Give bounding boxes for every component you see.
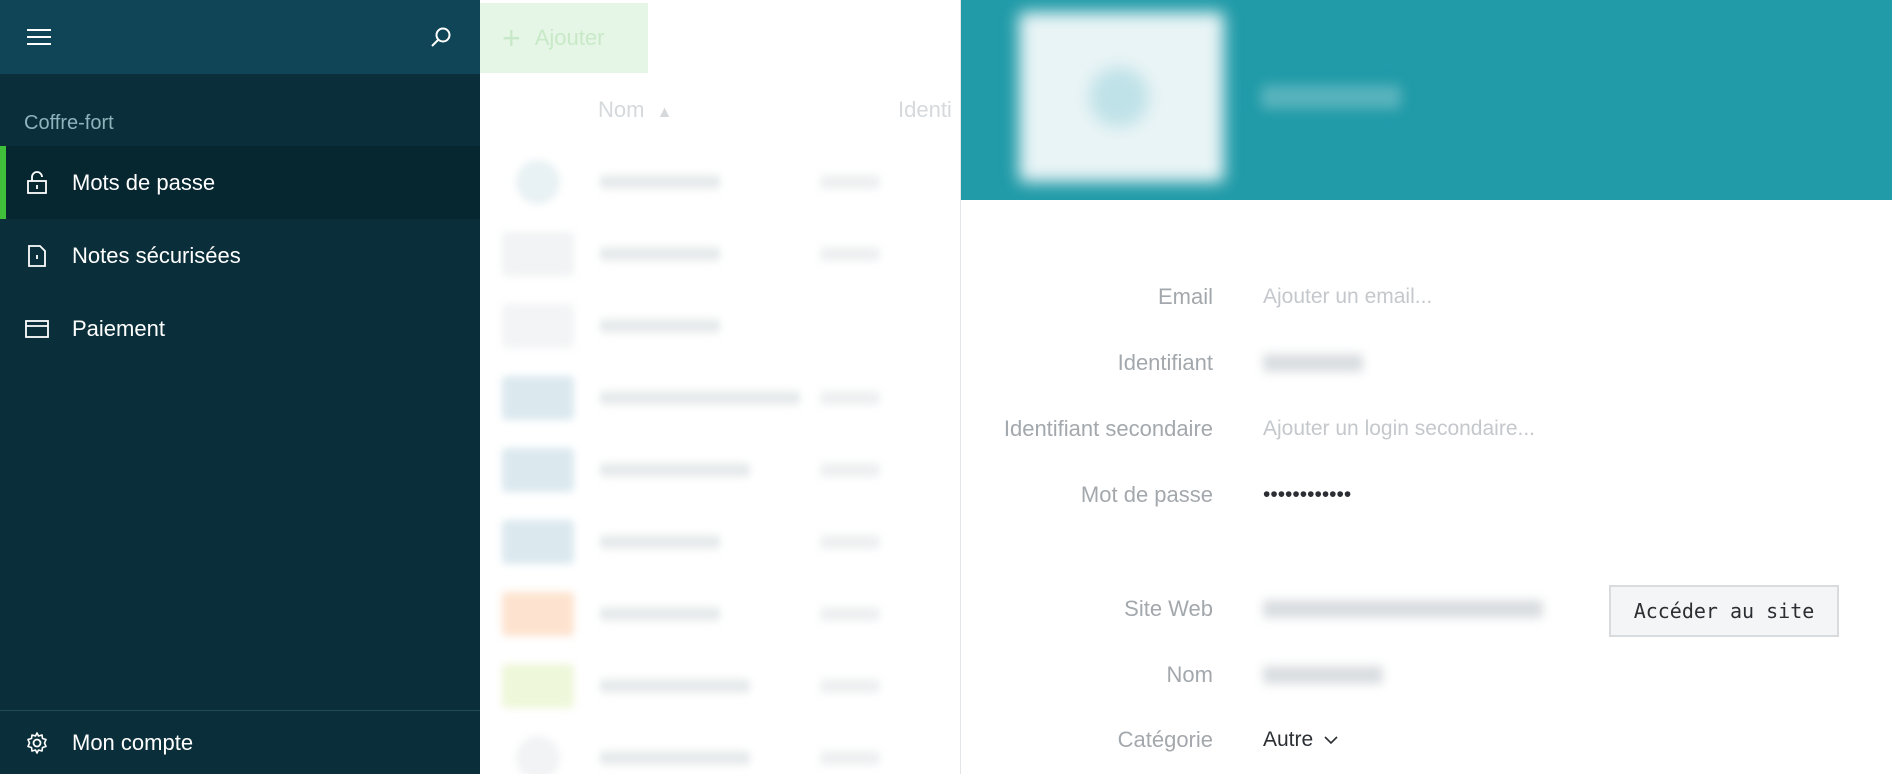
site-logo	[516, 736, 560, 774]
add-button-label: Ajouter	[534, 25, 605, 50]
column-header-identifier[interactable]: Identi	[898, 97, 952, 123]
secondary-identifier-field[interactable]: Ajouter un login secondaire...	[1263, 417, 1535, 441]
sidebar-item-label: Mots de passe	[72, 169, 216, 195]
chevron-down-icon	[1323, 735, 1339, 745]
site-logo	[502, 376, 574, 420]
card-icon	[24, 316, 50, 342]
password-field[interactable]: ••••••••••••	[1263, 483, 1351, 507]
site-thumbnail	[1019, 12, 1224, 182]
section-label-vault: Coffre-fort	[24, 112, 114, 134]
identifier-field[interactable]	[1263, 354, 1363, 372]
website-label: Site Web	[1124, 596, 1213, 621]
site-logo	[502, 448, 574, 492]
sidebar-nav: Mots de passe Notes sécurisées Paiement	[0, 146, 480, 365]
list-item[interactable]	[480, 290, 960, 362]
search-icon[interactable]	[426, 22, 456, 52]
email-label: Email	[1157, 284, 1213, 309]
category-value: Autre	[1263, 728, 1314, 751]
site-logo	[502, 232, 574, 276]
sort-up-icon: ▲	[656, 104, 673, 121]
identifier-label: Identifiant	[1117, 350, 1213, 375]
add-button[interactable]: + Ajouter	[480, 3, 648, 73]
identifier-row: Identifiant	[961, 343, 1892, 383]
website-field[interactable]	[1263, 600, 1543, 618]
go-to-site-button[interactable]: Accéder au site	[1609, 585, 1839, 637]
name-label: Nom	[1166, 662, 1213, 687]
site-logo	[516, 160, 560, 204]
detail-header	[961, 0, 1892, 200]
column-header-label: Nom	[598, 97, 645, 122]
category-label: Catégorie	[1117, 727, 1213, 752]
secondary-identifier-label: Identifiant secondaire	[1003, 416, 1213, 441]
email-row: Email Ajouter un email...	[961, 277, 1892, 317]
secondary-identifier-row: Identifiant secondaire Ajouter un login …	[961, 409, 1892, 449]
credentials-list: + Ajouter Nom ▲ Identi	[480, 0, 960, 774]
sidebar-item-label: Paiement	[72, 315, 165, 341]
category-dropdown[interactable]: Autre	[1263, 728, 1339, 752]
list-item[interactable]	[480, 722, 960, 774]
detail-title-blurred	[1261, 85, 1401, 109]
sidebar-item-label: Notes sécurisées	[72, 242, 241, 268]
site-logo	[502, 520, 574, 564]
site-logo	[502, 592, 574, 636]
lock-icon	[24, 170, 50, 196]
name-row: Nom	[961, 655, 1892, 695]
password-row: Mot de passe ••••••••••••	[961, 475, 1892, 515]
sidebar-item-payment[interactable]: Paiement	[0, 292, 480, 365]
list-item[interactable]	[480, 362, 960, 434]
sidebar-item-passwords[interactable]: Mots de passe	[0, 146, 480, 219]
site-logo	[502, 304, 574, 348]
hamburger-menu-icon[interactable]	[24, 22, 54, 52]
credential-detail-panel: Email Ajouter un email... Identifiant Id…	[960, 0, 1892, 774]
name-field[interactable]	[1263, 666, 1383, 684]
list-item[interactable]	[480, 578, 960, 650]
note-icon	[24, 243, 50, 269]
plus-icon: +	[502, 19, 521, 56]
list-item[interactable]	[480, 146, 960, 218]
list-item[interactable]	[480, 506, 960, 578]
sidebar-item-secure-notes[interactable]: Notes sécurisées	[0, 219, 480, 292]
sidebar: Coffre-fort Mots de passe Notes sécurisé…	[0, 0, 480, 774]
column-header-name[interactable]: Nom ▲	[598, 97, 672, 123]
account-button[interactable]: Mon compte	[0, 710, 480, 774]
list-item[interactable]	[480, 650, 960, 722]
password-label: Mot de passe	[1080, 482, 1213, 507]
account-label: Mon compte	[72, 729, 194, 755]
email-field[interactable]: Ajouter un email...	[1263, 285, 1432, 309]
list-item[interactable]	[480, 218, 960, 290]
sidebar-header	[0, 0, 480, 74]
app-window: Coffre-fort Mots de passe Notes sécurisé…	[0, 0, 1892, 774]
category-row: Catégorie Autre	[961, 720, 1892, 760]
list-item[interactable]	[480, 434, 960, 506]
list-rows	[480, 146, 960, 774]
gear-icon	[24, 730, 50, 756]
site-logo	[502, 664, 574, 708]
